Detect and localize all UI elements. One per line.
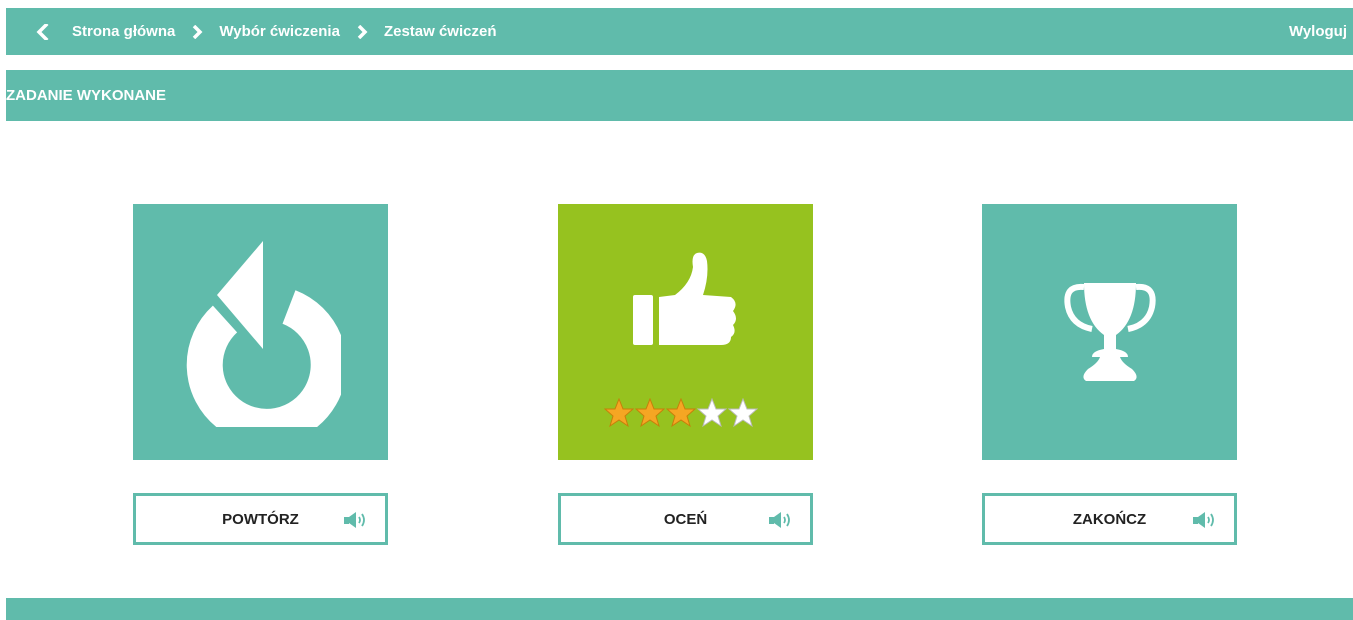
finish-tile[interactable] — [982, 204, 1237, 460]
trophy-icon — [1063, 283, 1156, 381]
speaker-icon[interactable] — [343, 511, 371, 529]
star-rating[interactable] — [604, 398, 758, 428]
chevron-right-icon — [191, 24, 203, 39]
star-icon[interactable] — [697, 398, 727, 428]
chevron-left-icon — [36, 23, 49, 40]
repeat-tile[interactable] — [133, 204, 388, 460]
page-title-bar: ZADANIE WYKONANE — [6, 70, 1353, 121]
breadcrumb-home[interactable]: Strona główna — [72, 23, 175, 40]
speaker-icon[interactable] — [1192, 511, 1220, 529]
page-title: ZADANIE WYKONANE — [6, 87, 166, 104]
thumbs-up-icon — [632, 252, 736, 345]
repeat-button[interactable]: POWTÓRZ — [133, 493, 388, 545]
finish-button[interactable]: ZAKOŃCZ — [982, 493, 1237, 545]
breadcrumb-exercise-choice[interactable]: Wybór ćwiczenia — [219, 23, 340, 40]
replay-icon — [186, 241, 341, 427]
rate-tile[interactable] — [558, 204, 813, 460]
rate-button[interactable]: OCEŃ — [558, 493, 813, 545]
chevron-right-icon — [356, 24, 368, 39]
star-icon[interactable] — [635, 398, 665, 428]
footer-bar — [6, 598, 1353, 620]
back-button[interactable] — [22, 8, 62, 55]
star-icon[interactable] — [728, 398, 758, 428]
breadcrumb-exercise-set[interactable]: Zestaw ćwiczeń — [384, 23, 497, 40]
star-icon[interactable] — [604, 398, 634, 428]
top-nav-bar: Strona główna Wybór ćwiczenia Zestaw ćwi… — [6, 8, 1353, 55]
star-icon[interactable] — [666, 398, 696, 428]
logout-link[interactable]: Wyloguj — [1289, 8, 1347, 55]
speaker-icon[interactable] — [768, 511, 796, 529]
